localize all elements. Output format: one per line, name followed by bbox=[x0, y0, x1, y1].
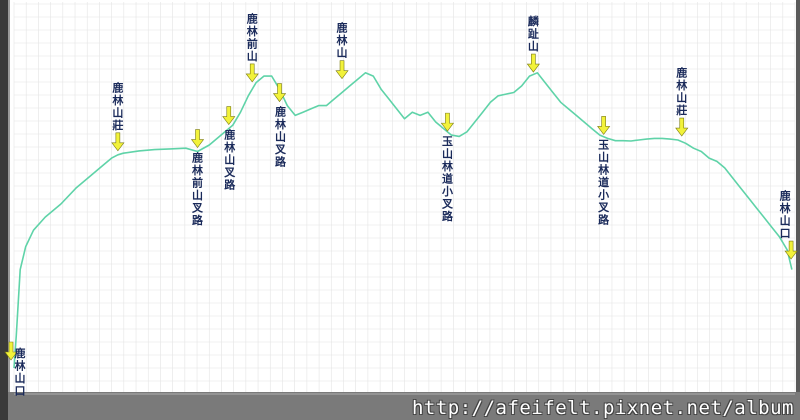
chart-canvas: 鹿林山口 鹿林山莊鹿林前山叉路 鹿林山叉路 鹿林前山鹿林山叉路 鹿林山玉山林道小叉路 麟趾… bbox=[0, 0, 800, 420]
annotation-label: 鹿林山口 bbox=[15, 346, 26, 398]
watermark-text: http://afeifelt.pixnet.net/album bbox=[411, 397, 794, 419]
annotation-label: 鹿林山叉路 bbox=[223, 128, 236, 192]
annotation-label: 玉山林道小叉路 bbox=[597, 138, 610, 226]
annotation-label: 鹿林前山 bbox=[247, 11, 258, 63]
annotation-label: 鹿林山口 bbox=[780, 189, 791, 241]
annotation-label: 鹿林山 bbox=[337, 21, 348, 60]
annotation-label: 鹿林前山叉路 bbox=[191, 151, 204, 228]
elevation-profile-chart: 鹿林山口 鹿林山莊鹿林前山叉路 鹿林山叉路 鹿林前山鹿林山叉路 鹿林山玉山林道小叉路 麟趾… bbox=[0, 0, 800, 420]
annotation-label: 鹿林山莊 bbox=[111, 80, 123, 132]
annotation-label: 麟趾山 bbox=[528, 14, 540, 53]
annotation-label: 玉山林道小叉路 bbox=[441, 135, 454, 223]
annotation-label: 鹿林山叉路 bbox=[274, 105, 287, 169]
annotation-label: 鹿林山莊 bbox=[675, 66, 687, 118]
